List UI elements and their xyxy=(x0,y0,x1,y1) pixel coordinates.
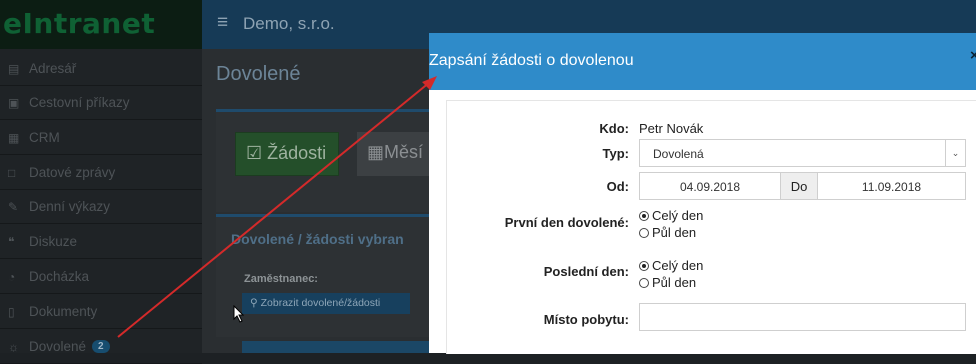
annotation-arrow xyxy=(117,76,437,338)
